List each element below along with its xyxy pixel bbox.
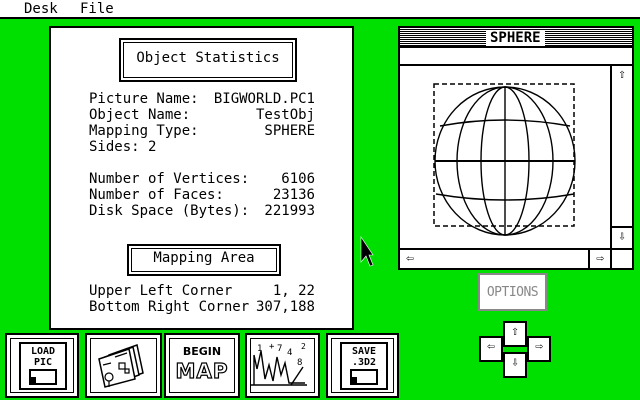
stat-value: 6106 xyxy=(281,171,315,187)
menu-file[interactable]: File xyxy=(80,1,114,17)
load-pic-label-1: LOAD xyxy=(30,346,56,357)
vertical-scroll-thumb[interactable] xyxy=(612,86,632,228)
stat-row-vertices: Number of Vertices: 6106 xyxy=(89,171,315,187)
stat-row-bottom-right: Bottom Right Corner 307,188 xyxy=(89,299,315,315)
menu-desk[interactable]: Desk xyxy=(24,1,58,17)
vertical-scrollbar[interactable]: ⇧ ⇩ xyxy=(610,66,632,248)
pad-down-arrow-icon[interactable]: ⇩ xyxy=(503,352,527,378)
stat-label: Disk Space (Bytes): xyxy=(89,203,250,219)
stat-label: Number of Faces: xyxy=(89,187,224,203)
sphere-window: SPHERE ⇧ ⇩ ⇦ ⇨ xyxy=(398,26,634,270)
object-statistics-dialog: Object Statistics Picture Name: BIGWORLD.… xyxy=(49,26,354,330)
stat-label: Number of Vertices: xyxy=(89,171,250,187)
stat-value: SPHERE xyxy=(264,123,315,139)
stat-value: BIGWORLD.PC1 xyxy=(213,91,315,107)
stat-row-picture-name: Picture Name: BIGWORLD.PC1 xyxy=(89,91,315,107)
stat-value: 307,188 xyxy=(255,299,315,315)
resize-box[interactable] xyxy=(610,248,632,268)
horizontal-scrollbar[interactable]: ⇦ ⇨ xyxy=(400,248,610,268)
mouse-pointer-icon xyxy=(360,236,374,267)
options-label: OPTIONS xyxy=(486,285,539,300)
stat-label: Picture Name: xyxy=(89,91,199,107)
scroll-left-arrow-icon[interactable]: ⇦ xyxy=(400,250,422,268)
menu-bar: Desk File xyxy=(0,0,640,19)
begin-map-button[interactable]: BEGIN MAP xyxy=(164,333,240,398)
load-pic-disk-icon: LOAD PIC xyxy=(19,342,67,390)
stat-value: 1, 22 xyxy=(272,283,315,299)
stat-digit: 1 xyxy=(257,344,262,354)
stat-value: 23136 xyxy=(272,187,315,203)
window-title-bar[interactable]: SPHERE xyxy=(400,28,632,48)
options-button[interactable]: OPTIONS xyxy=(478,273,547,311)
sphere-wireframe xyxy=(433,83,576,236)
begin-label: BEGIN xyxy=(182,345,222,358)
svg-text:+: + xyxy=(269,342,275,352)
stat-row-sides: Sides: 2 xyxy=(89,139,315,155)
stat-label: Mapping Type: xyxy=(89,123,199,139)
stat-value: TestObj xyxy=(255,107,315,123)
stat-label: Sides: 2 xyxy=(89,139,157,155)
scroll-up-arrow-icon[interactable]: ⇧ xyxy=(612,66,632,88)
stat-value: 221993 xyxy=(264,203,315,219)
stat-row-upper-left: Upper Left Corner 1, 22 xyxy=(89,283,315,299)
load-pic-button[interactable]: LOAD PIC xyxy=(5,333,79,398)
pad-up-arrow-icon[interactable]: ⇧ xyxy=(503,321,527,347)
pad-right-arrow-icon[interactable]: ⇨ xyxy=(527,336,551,362)
stat-digit: 7 xyxy=(277,344,282,354)
dialog-title: Object Statistics xyxy=(136,50,280,66)
scroll-down-arrow-icon[interactable]: ⇩ xyxy=(612,226,632,248)
stat-row-faces: Number of Faces: 23136 xyxy=(89,187,315,203)
stat-digit: 4 xyxy=(287,348,292,358)
window-info-bar xyxy=(400,48,632,66)
save-label-1: SAVE xyxy=(351,346,377,357)
save-3d2-button[interactable]: SAVE .3D2 xyxy=(326,333,399,398)
stat-row-object-name: Object Name: TestObj xyxy=(89,107,315,123)
sphere-view[interactable] xyxy=(400,66,610,248)
scroll-right-arrow-icon[interactable]: ⇨ xyxy=(588,250,610,268)
map-pages-icon xyxy=(98,344,144,388)
save-label-2: .3D2 xyxy=(351,357,377,368)
stat-digit: 2 xyxy=(301,342,306,351)
stat-row-disk-space: Disk Space (Bytes): 221993 xyxy=(89,203,315,219)
pad-left-arrow-icon[interactable]: ⇦ xyxy=(479,336,503,362)
mapping-area-label: Mapping Area xyxy=(153,250,255,266)
window-title: SPHERE xyxy=(486,30,545,46)
stat-label: Upper Left Corner xyxy=(89,283,233,299)
horizontal-scroll-thumb[interactable] xyxy=(420,250,590,268)
mapping-tools-button[interactable] xyxy=(85,333,162,398)
stat-row-mapping-type: Mapping Type: SPHERE xyxy=(89,123,315,139)
load-pic-label-2: PIC xyxy=(33,357,53,368)
stat-label: Object Name: xyxy=(89,107,191,123)
statistics-graph-icon: 1 + 7 4 2 8 xyxy=(251,342,307,386)
mapping-area-heading: Mapping Area xyxy=(127,244,281,276)
statistics-button[interactable]: 1 + 7 4 2 8 xyxy=(245,333,320,398)
map-label: MAP xyxy=(175,358,229,383)
save-disk-icon: SAVE .3D2 xyxy=(340,342,388,390)
stat-digit: 8 xyxy=(297,358,302,368)
stat-label: Bottom Right Corner xyxy=(89,299,250,315)
object-statistics-title: Object Statistics xyxy=(119,38,297,82)
